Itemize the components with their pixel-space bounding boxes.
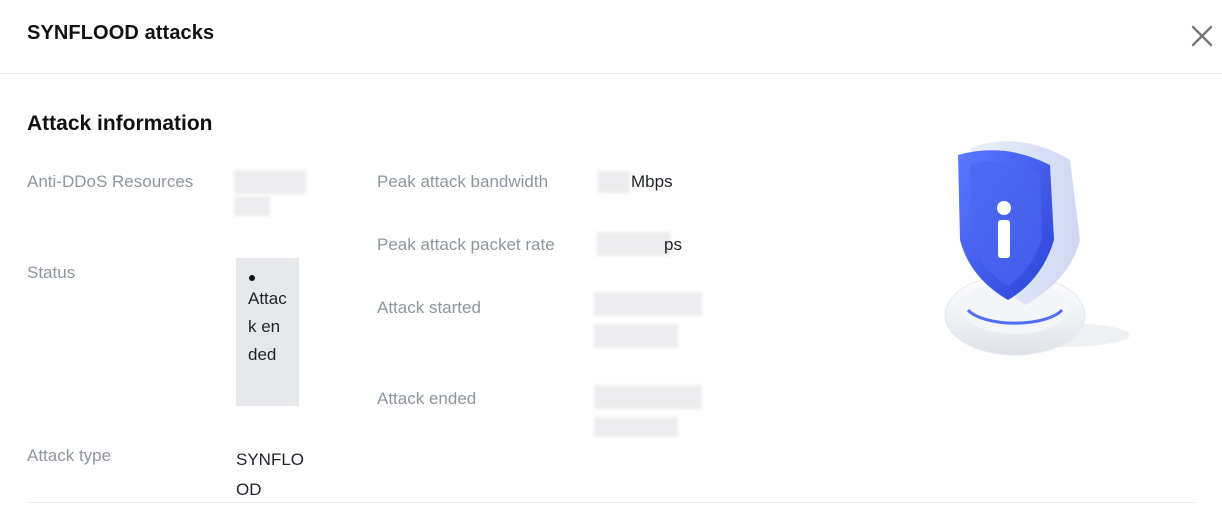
attack-ended-value-redacted [594, 385, 702, 409]
bandwidth-value-redacted [598, 171, 630, 193]
packet-rate-unit: ps [664, 235, 682, 254]
divider [27, 502, 1195, 503]
status-badge: Attack ended [236, 258, 299, 406]
attack-started-value-redacted [594, 292, 702, 316]
close-icon[interactable] [1189, 23, 1215, 49]
status-dot-icon [249, 275, 255, 281]
attack-started-value-redacted-2 [594, 324, 678, 348]
resources-value-redacted [234, 170, 306, 194]
section-title: Attack information [27, 112, 213, 135]
attack-type-label: Attack type [27, 446, 112, 465]
dialog-title: SYNFLOOD attacks [27, 22, 215, 44]
bandwidth-unit: Mbps [631, 172, 673, 191]
bandwidth-label: Peak attack bandwidth [377, 172, 549, 191]
dialog-header: SYNFLOOD attacks [0, 0, 1222, 74]
status-value: Attack ended [248, 289, 287, 364]
attack-ended-label: Attack ended [377, 389, 477, 408]
status-label: Status [27, 263, 76, 282]
packet-rate-value-redacted [597, 232, 671, 256]
attack-type-value: SYNFLOOD [236, 450, 305, 499]
shield-info-icon [930, 130, 1140, 370]
resources-value-redacted-2 [234, 196, 270, 216]
packet-rate-label: Peak attack packet rate [377, 235, 555, 254]
attack-started-label: Attack started [377, 298, 481, 317]
resources-label: Anti-DDoS Resources [27, 172, 194, 191]
attack-ended-value-redacted-2 [594, 417, 678, 437]
